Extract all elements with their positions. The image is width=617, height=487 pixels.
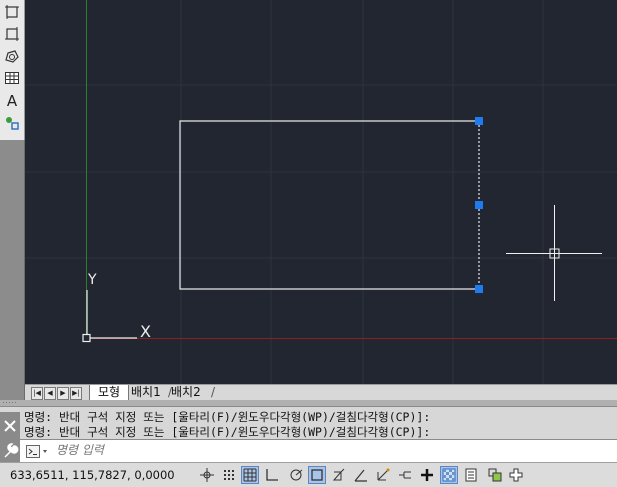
ucs-y-label: Y bbox=[87, 272, 97, 288]
selected-rectangle[interactable] bbox=[179, 120, 480, 290]
lineweight-icon[interactable] bbox=[418, 466, 436, 484]
text-icon[interactable]: A bbox=[2, 91, 22, 111]
transparency-icon[interactable] bbox=[440, 466, 458, 484]
grip-middle[interactable] bbox=[475, 201, 483, 209]
drawing-canvas[interactable]: Y X bbox=[25, 0, 617, 384]
crosshair-cursor bbox=[506, 205, 602, 301]
ucs-x-label: X bbox=[140, 322, 151, 341]
snap-grid-icon[interactable] bbox=[220, 466, 238, 484]
dyn-icon[interactable] bbox=[396, 466, 414, 484]
block-insert-icon[interactable] bbox=[2, 113, 22, 133]
tab-layout1[interactable]: 배치1 bbox=[131, 385, 161, 400]
polar-icon[interactable] bbox=[287, 466, 305, 484]
ducs-icon[interactable] bbox=[374, 466, 392, 484]
ucs-icon bbox=[82, 290, 137, 343]
annotation-monitor-icon[interactable] bbox=[507, 466, 525, 484]
quick-properties-icon[interactable] bbox=[462, 466, 480, 484]
tab-layout2[interactable]: 배치2 bbox=[171, 385, 201, 400]
tab-divider: / bbox=[168, 385, 173, 399]
toolbar-dock-area bbox=[0, 140, 25, 408]
rectangle-dims-icon[interactable] bbox=[2, 2, 22, 22]
drawing-viewport[interactable]: Y X bbox=[25, 0, 617, 384]
command-input-bar bbox=[0, 439, 617, 463]
command-prompt-icon[interactable] bbox=[26, 444, 52, 458]
stretch-box-icon[interactable] bbox=[2, 24, 22, 44]
otrack-icon[interactable] bbox=[352, 466, 370, 484]
3d-osnap-icon[interactable] bbox=[330, 466, 348, 484]
draw-toolbar: A bbox=[0, 0, 25, 140]
history-line: 명령: 반대 구석 지정 또는 [울타리(F)/윈도우다각형(WP)/걸침다각형… bbox=[24, 410, 431, 424]
region-icon[interactable] bbox=[2, 46, 22, 66]
table-icon[interactable] bbox=[2, 68, 22, 88]
wrench-icon[interactable] bbox=[0, 440, 20, 462]
selection-cycling-icon[interactable] bbox=[486, 466, 504, 484]
status-bar: 633,6511, 115,7827, 0,0000 bbox=[0, 462, 617, 487]
osnap-icon[interactable] bbox=[308, 466, 326, 484]
layout-tab-bar: |◀ ◀ ▶ ▶| 모형 배치1 배치2 / / bbox=[25, 384, 617, 401]
prev-tab-button[interactable]: ◀ bbox=[44, 387, 56, 400]
command-line-side-panel bbox=[0, 412, 20, 440]
infer-icon[interactable] bbox=[198, 466, 216, 484]
grid-icon[interactable] bbox=[241, 466, 259, 484]
coordinate-readout[interactable]: 633,6511, 115,7827, 0,0000 bbox=[10, 468, 175, 482]
close-icon[interactable] bbox=[3, 418, 17, 432]
history-line: 명령: 반대 구석 지정 또는 [울타리(F)/윈도우다각형(WP)/걸침다각형… bbox=[24, 425, 431, 439]
command-history: 명령: 반대 구석 지정 또는 [울타리(F)/윈도우다각형(WP)/걸침다각형… bbox=[0, 406, 617, 440]
grip-bottom[interactable] bbox=[475, 285, 483, 293]
next-tab-button[interactable]: ▶ bbox=[57, 387, 69, 400]
grip-top[interactable] bbox=[475, 117, 483, 125]
ortho-icon[interactable] bbox=[263, 466, 281, 484]
grid-lines bbox=[25, 0, 617, 384]
command-input[interactable] bbox=[56, 442, 606, 458]
first-tab-button[interactable]: |◀ bbox=[31, 387, 43, 400]
tab-model[interactable]: 모형 bbox=[89, 385, 129, 400]
last-tab-button[interactable]: ▶| bbox=[70, 387, 82, 400]
tab-divider-end: / bbox=[211, 385, 216, 399]
